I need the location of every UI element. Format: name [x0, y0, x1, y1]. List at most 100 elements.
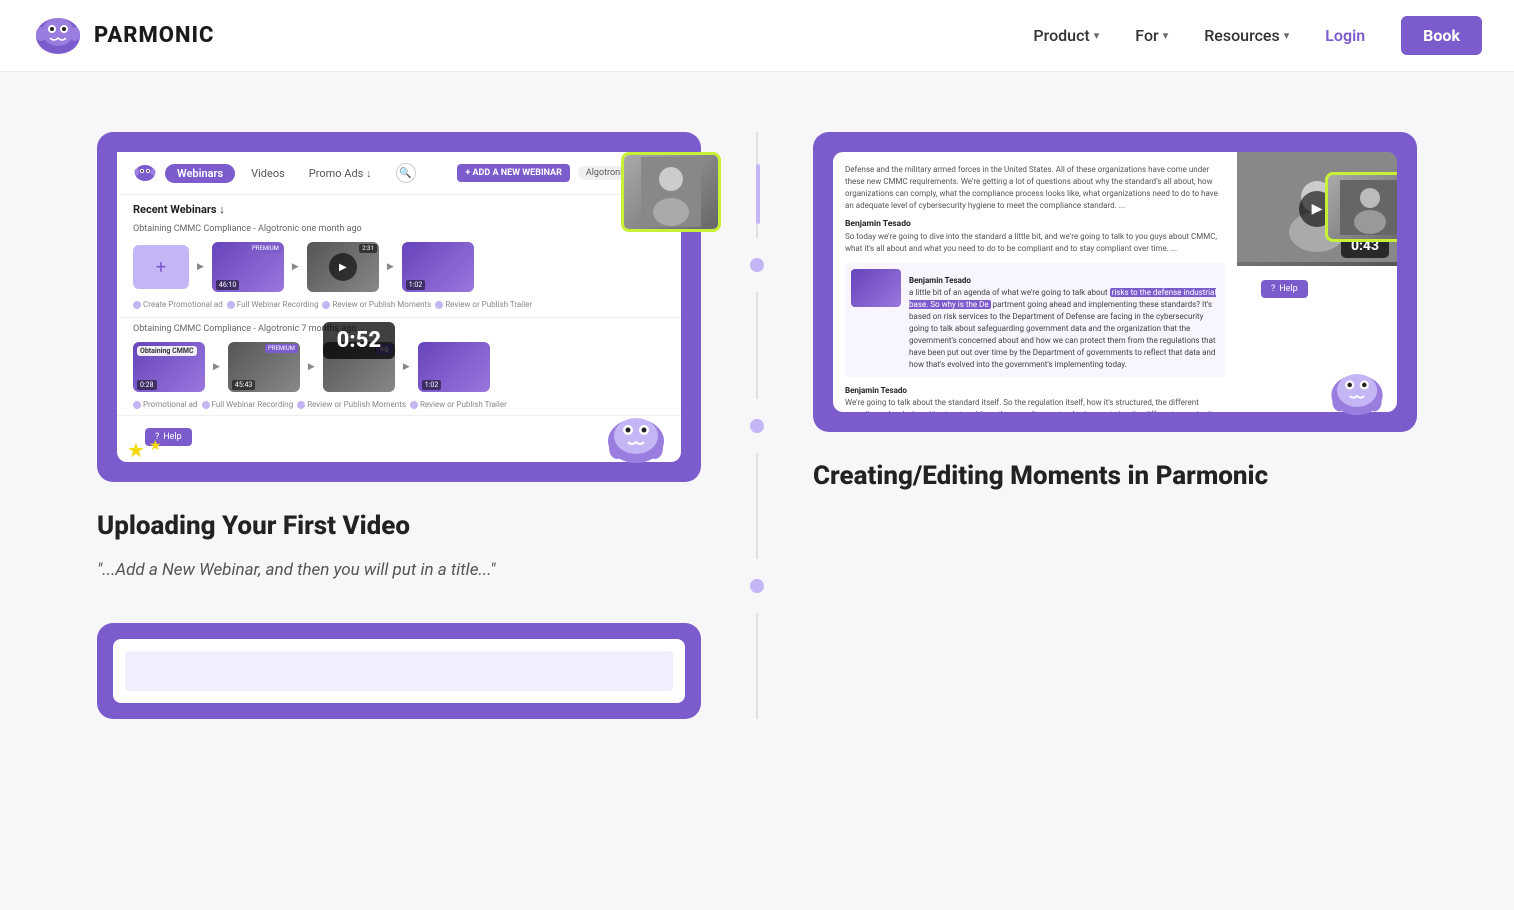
divider-dot-2 [750, 419, 764, 433]
thumbnail-5: PREMIUM 45:43 [228, 342, 300, 392]
divider-line-bot [756, 453, 758, 559]
transcript-text-before: Defense and the military armed forces in… [845, 164, 1225, 212]
big-timer-overlay: 0:52 [323, 322, 395, 359]
divider-line-mid [756, 292, 758, 398]
thumbnail-4: Obtaining CMMC 0:28 [133, 342, 205, 392]
divider-line-top [756, 132, 758, 238]
thumbnail-2: 2:31 ▶ [307, 242, 379, 292]
right-help-button[interactable]: ? Help [1261, 280, 1308, 298]
brand-name: PARMONIC [94, 23, 214, 48]
time-label-3: 1:02 [406, 280, 426, 290]
time-badge-2: 2:31 [359, 244, 377, 253]
step2-3: Review or Publish Moments [297, 400, 406, 409]
right-video-thumbnail: ▶ 0:43 [1237, 152, 1397, 266]
chevron-down-icon: ▾ [1163, 29, 1169, 42]
creating-moments-title: Creating/Editing Moments in Parmonic [813, 460, 1417, 494]
arrow-icon: ▶ [197, 262, 204, 272]
arrow-icon6: ▶ [403, 362, 410, 372]
help-question-icon: ? [1271, 284, 1275, 294]
nav-link-product[interactable]: Product ▾ [1033, 26, 1099, 45]
transcript-highlight-row: Benjamin Tesado a little bit of an agend… [845, 263, 1225, 377]
step4: Review or Publish Trailer [435, 300, 532, 309]
divider-dot-3 [750, 579, 764, 593]
premium-badge: PREMIUM [249, 244, 282, 253]
timer-thumb-container: 2:31 0:52 +6 [323, 342, 395, 392]
cmmc-label: Obtaining CMMC [137, 346, 197, 356]
transcript-thumb [851, 269, 901, 307]
row1-title: Obtaining CMMC Compliance - Algotronic o… [117, 220, 681, 238]
center-divider [741, 132, 773, 719]
nav-link-for[interactable]: For ▾ [1135, 26, 1168, 45]
step-icons-row2: Promotional ad Full Webinar Recording Re… [117, 400, 681, 415]
mascot-image [601, 406, 671, 466]
videos-tab[interactable]: Videos [243, 164, 293, 183]
chevron-down-icon: ▾ [1284, 29, 1290, 42]
creating-moments-card: Defense and the military armed forces in… [813, 132, 1417, 432]
row2-title: Obtaining CMMC Compliance - Algotronic 7… [117, 317, 681, 338]
nav-link-book[interactable]: Book [1401, 16, 1482, 55]
divider-line-last [756, 613, 758, 719]
thumbnails-row1: + ▶ PREMIUM 46:10 ▶ 2:31 ▶ ▶ 1:02 [117, 238, 681, 300]
recent-webinars-title: Recent Webinars ↓ [117, 195, 681, 220]
speaker-name-1: Benjamin Tesado [845, 218, 1225, 231]
scroll-indicator [756, 164, 760, 224]
step-icons-row1: Create Promotional ad Full Webinar Recor… [117, 300, 681, 317]
step1: Create Promotional ad [133, 300, 223, 309]
transcript-text-2: We're going to talk about the standard i… [845, 397, 1225, 412]
upload-video-card: Webinars Videos Promo Ads ↓ 🔍 + ADD A NE… [97, 132, 701, 482]
speaker-name-2: Benjamin Tesado [845, 385, 1225, 397]
nav-link-login[interactable]: Login [1325, 26, 1365, 45]
right-mascot [1325, 363, 1389, 418]
step2-2: Full Webinar Recording [202, 400, 294, 409]
bottom-card-content [125, 651, 673, 691]
arrow-icon4: ▶ [213, 362, 220, 372]
left-column: Webinars Videos Promo Ads ↓ 🔍 + ADD A NE… [97, 132, 741, 719]
star-icon2: ★ [149, 438, 162, 462]
bottom-card-inner [113, 639, 685, 703]
nav-links: Product ▾ For ▾ Resources ▾ Login Book [1033, 16, 1482, 55]
arrow-icon5: ▶ [308, 362, 315, 372]
transcript-text-1: So today we're going to dive into the st… [845, 231, 1225, 255]
right-floating-thumb [1325, 172, 1397, 242]
nav-item-login[interactable]: Login [1325, 26, 1365, 45]
nav-item-for[interactable]: For ▾ [1135, 26, 1168, 45]
right-card-inner: Defense and the military armed forces in… [833, 152, 1397, 412]
time-label-4: 0:28 [137, 380, 157, 390]
promo-ads-tab[interactable]: Promo Ads ↓ [301, 164, 380, 183]
time-label-1: 46:10 [216, 280, 239, 290]
arrow-icon2: ▶ [292, 262, 299, 272]
bottom-left-card [97, 623, 701, 719]
thumbnail-1: PREMIUM 46:10 [212, 242, 284, 292]
step2-1: Promotional ad [133, 400, 198, 409]
nav-link-resources[interactable]: Resources ▾ [1204, 26, 1289, 45]
chevron-down-icon: ▾ [1094, 29, 1100, 42]
step2: Full Webinar Recording [227, 300, 319, 309]
arrow-icon3: ▶ [387, 262, 394, 272]
time-label-5: 45:43 [232, 380, 255, 390]
play-icon[interactable]: ▶ [329, 253, 357, 281]
nav-item-book[interactable]: Book [1401, 16, 1482, 55]
page-content: Webinars Videos Promo Ads ↓ 🔍 + ADD A NE… [57, 72, 1457, 779]
mockup-header: Webinars Videos Promo Ads ↓ 🔍 + ADD A NE… [117, 152, 681, 195]
search-icon[interactable]: 🔍 [396, 163, 416, 183]
upload-video-quote: "...Add a New Webinar, and then you will… [97, 558, 701, 584]
star-icon: ★ [127, 438, 145, 462]
right-column: Defense and the military armed forces in… [773, 132, 1417, 719]
thumbnails-row2: Obtaining CMMC 0:28 ▶ PREMIUM 45:43 ▶ 2:… [117, 338, 681, 400]
premium-badge2: PREMIUM [265, 344, 298, 353]
floating-person-thumb [621, 152, 721, 232]
nav-item-resources[interactable]: Resources ▾ [1204, 26, 1289, 45]
logo-area[interactable]: PARMONIC [32, 14, 214, 58]
elephant-logo-icon [32, 14, 84, 58]
navigation: PARMONIC Product ▾ For ▾ Resources ▾ Log… [0, 0, 1514, 72]
thumbnail-7: 1:02 [418, 342, 490, 392]
thumbnail-3: 1:02 [402, 242, 474, 292]
app-mockup: Webinars Videos Promo Ads ↓ 🔍 + ADD A NE… [117, 152, 681, 462]
nav-item-product[interactable]: Product ▾ [1033, 26, 1099, 45]
divider-dot-1 [750, 258, 764, 272]
star-decoration: ★ ★ [127, 438, 162, 462]
person-image [624, 155, 718, 229]
add-webinar-button[interactable]: + ADD A NEW WEBINAR [457, 164, 570, 182]
webinars-tab[interactable]: Webinars [165, 164, 235, 183]
step3: Review or Publish Moments [322, 300, 431, 309]
